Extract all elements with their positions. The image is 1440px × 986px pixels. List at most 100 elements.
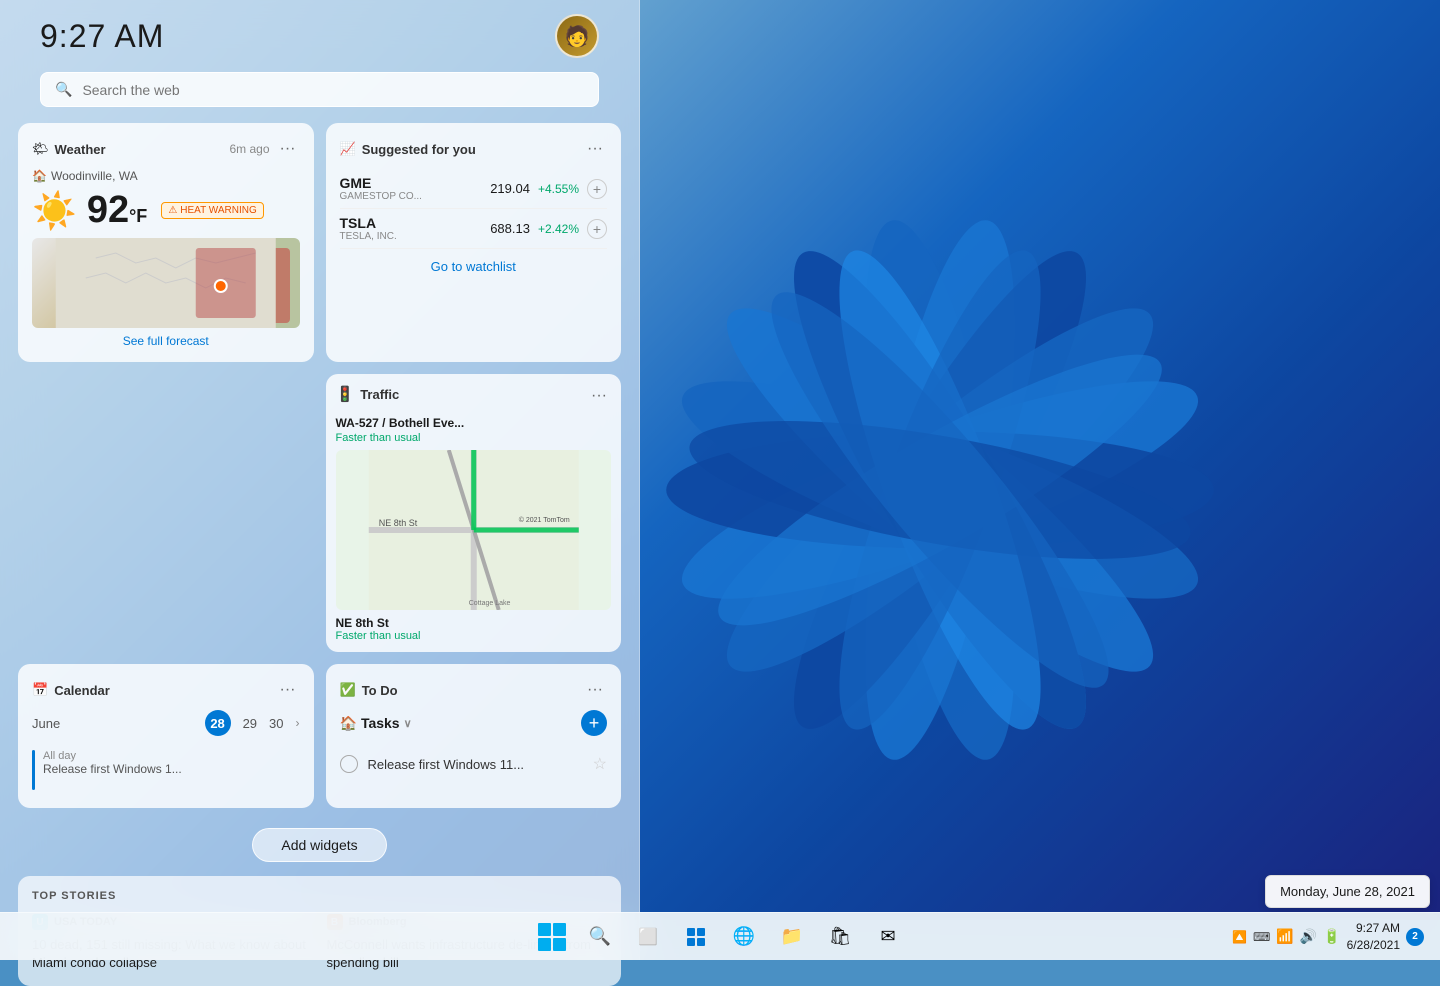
todo-item: Release first Windows 11... ☆ (340, 746, 608, 782)
stock-company-gme: GAMESTOP CO... (340, 191, 422, 202)
explorer-icon: 📁 (781, 926, 803, 947)
stocks-title: Suggested for you (362, 142, 476, 157)
stock-change-gme: +4.55% (538, 182, 579, 196)
add-widgets-button[interactable]: Add widgets (252, 828, 386, 862)
weather-time-ago: 6m ago (229, 142, 269, 156)
watchlist-link[interactable]: Go to watchlist (340, 259, 608, 274)
tray-volume-icon[interactable]: 🔊 (1300, 928, 1317, 945)
todo-title: To Do (362, 683, 398, 698)
windows-logo (538, 923, 566, 951)
top-stories-title: TOP STORIES (32, 890, 607, 902)
calendar-event: All day Release first Windows 1... (32, 746, 300, 794)
weather-options-button[interactable]: ··· (276, 137, 300, 161)
stock-row-gme: GME GAMESTOP CO... 219.04 +4.55% + (340, 169, 608, 209)
weather-title: Weather (55, 142, 106, 157)
calendar-title: Calendar (54, 683, 110, 698)
store-icon: 🛍 (829, 926, 852, 947)
search-icon: 🔍 (55, 81, 72, 98)
stock-row-tsla: TSLA TESLA, INC. 688.13 +2.42% + (340, 209, 608, 249)
traffic-route1: WA-527 / Bothell Eve... (336, 416, 612, 430)
calendar-options-button[interactable]: ··· (276, 678, 300, 702)
stock-ticker-gme: GME (340, 175, 422, 191)
tray-wifi-icon[interactable]: 📶 (1276, 928, 1293, 945)
todo-title-row: ✅ To Do (340, 682, 398, 698)
calendar-event-label: All day (43, 750, 182, 762)
calendar-event-bar (32, 750, 35, 790)
forecast-link[interactable]: See full forecast (32, 334, 300, 348)
traffic-title-row: 🚦 Traffic (336, 385, 400, 403)
home-tasks-icon: 🏠 (340, 715, 357, 732)
todo-add-button[interactable]: + (581, 710, 607, 736)
weather-title-row: 🌤 Weather (32, 141, 106, 157)
search-bar[interactable]: 🔍 (40, 72, 599, 107)
stock-add-gme[interactable]: + (587, 179, 607, 199)
stock-price-gme: 219.04 (490, 181, 530, 196)
calendar-days: 28 29 30 › (205, 710, 300, 736)
stock-add-tsla[interactable]: + (587, 219, 607, 239)
stocks-options-button[interactable]: ··· (583, 137, 607, 161)
weather-main: ☀️ 92°F ⚠ HEAT WARNING (32, 189, 300, 232)
traffic-status1: Faster than usual (336, 432, 612, 444)
weather-icon-widget: 🌤 (32, 141, 49, 157)
edge-icon: 🌐 (733, 926, 755, 947)
add-widgets-container: Add widgets (0, 820, 639, 876)
taskbar-store-button[interactable]: 🛍 (820, 917, 860, 957)
weather-location: 🏠 Woodinville, WA (32, 169, 300, 183)
warning-icon: ⚠ (168, 205, 177, 216)
tray-time-value: 9:27 AM (1347, 920, 1400, 937)
widget-panel: 9:27 AM 🧑 🔍 🌤 Weather 6m ago ··· 🏠 Wood (0, 0, 640, 960)
calendar-day-28[interactable]: 28 (205, 710, 231, 736)
svg-text:Cottage Lake: Cottage Lake (468, 600, 510, 607)
calendar-title-row: 📅 Calendar (32, 682, 110, 698)
traffic-map: NE 8th St Cottage Lake © 2021 TomTom (336, 450, 612, 610)
weather-sun-icon: ☀️ (32, 190, 77, 232)
stock-ticker-tsla: TSLA (340, 215, 397, 231)
calendar-month: June (32, 716, 60, 731)
tray-date-value: 6/28/2021 (1347, 937, 1400, 954)
taskview-icon: ⬜ (638, 927, 658, 947)
calendar-chevron-down[interactable]: › (296, 716, 300, 730)
traffic-title: Traffic (360, 387, 399, 402)
stocks-icon: 📈 (340, 141, 356, 157)
stocks-widget: 📈 Suggested for you ··· GME GAMESTOP CO.… (326, 123, 622, 362)
taskbar-search-button[interactable]: 🔍 (580, 917, 620, 957)
calendar-day-29[interactable]: 29 (243, 716, 257, 731)
traffic-widget-header: 🚦 Traffic ··· (336, 384, 612, 408)
calendar-event-text: Release first Windows 1... (43, 762, 182, 776)
notification-badge[interactable]: 2 (1406, 928, 1424, 946)
date-tooltip: Monday, June 28, 2021 (1265, 875, 1430, 908)
taskbar: 🔍 ⬜ 🌐 📁 🛍 (0, 912, 1440, 960)
taskbar-center: 🔍 ⬜ 🌐 📁 🛍 (532, 917, 908, 957)
todo-star-icon[interactable]: ☆ (593, 754, 607, 774)
todo-options-button[interactable]: ··· (583, 678, 607, 702)
tray-keyboard-icon[interactable]: ⌨ (1253, 930, 1270, 944)
start-button[interactable] (532, 917, 572, 957)
tray-chevron-icon[interactable]: 🔼 (1232, 930, 1247, 944)
todo-tasks-header: 🏠 Tasks ∨ + (340, 710, 608, 736)
calendar-day-30[interactable]: 30 (269, 716, 283, 731)
traffic-options-button[interactable]: ··· (587, 384, 611, 408)
widgets-icon (686, 927, 706, 947)
todo-checkbox[interactable] (340, 755, 358, 773)
widget-grid: 🌤 Weather 6m ago ··· 🏠 Woodinville, WA ☀… (0, 123, 639, 820)
system-tray: 🔼 ⌨ 📶 🔊 🔋 9:27 AM 6/28/2021 2 (1232, 920, 1424, 954)
svg-text:© 2021 TomTom: © 2021 TomTom (518, 516, 569, 524)
todo-tasks-label: 🏠 Tasks ∨ (340, 715, 412, 732)
calendar-date-header: June 28 29 30 › (32, 710, 300, 736)
stocks-widget-header: 📈 Suggested for you ··· (340, 137, 608, 161)
home-icon: 🏠 (32, 169, 47, 183)
bloom-wallpaper (590, 50, 1290, 920)
taskbar-explorer-button[interactable]: 📁 (772, 917, 812, 957)
search-input[interactable] (82, 82, 584, 98)
stocks-title-row: 📈 Suggested for you (340, 141, 476, 157)
tray-clock[interactable]: 9:27 AM 6/28/2021 (1347, 920, 1400, 954)
tray-battery-icon[interactable]: 🔋 (1323, 928, 1340, 945)
user-avatar[interactable]: 🧑 (555, 14, 599, 58)
mail-icon: ✉ (880, 926, 895, 947)
taskbar-taskview-button[interactable]: ⬜ (628, 917, 668, 957)
time-display: 9:27 AM (40, 18, 164, 55)
traffic-route2: NE 8th St (336, 616, 612, 630)
taskbar-edge-button[interactable]: 🌐 (724, 917, 764, 957)
taskbar-widgets-button[interactable] (676, 917, 716, 957)
taskbar-mail-button[interactable]: ✉ (868, 917, 908, 957)
